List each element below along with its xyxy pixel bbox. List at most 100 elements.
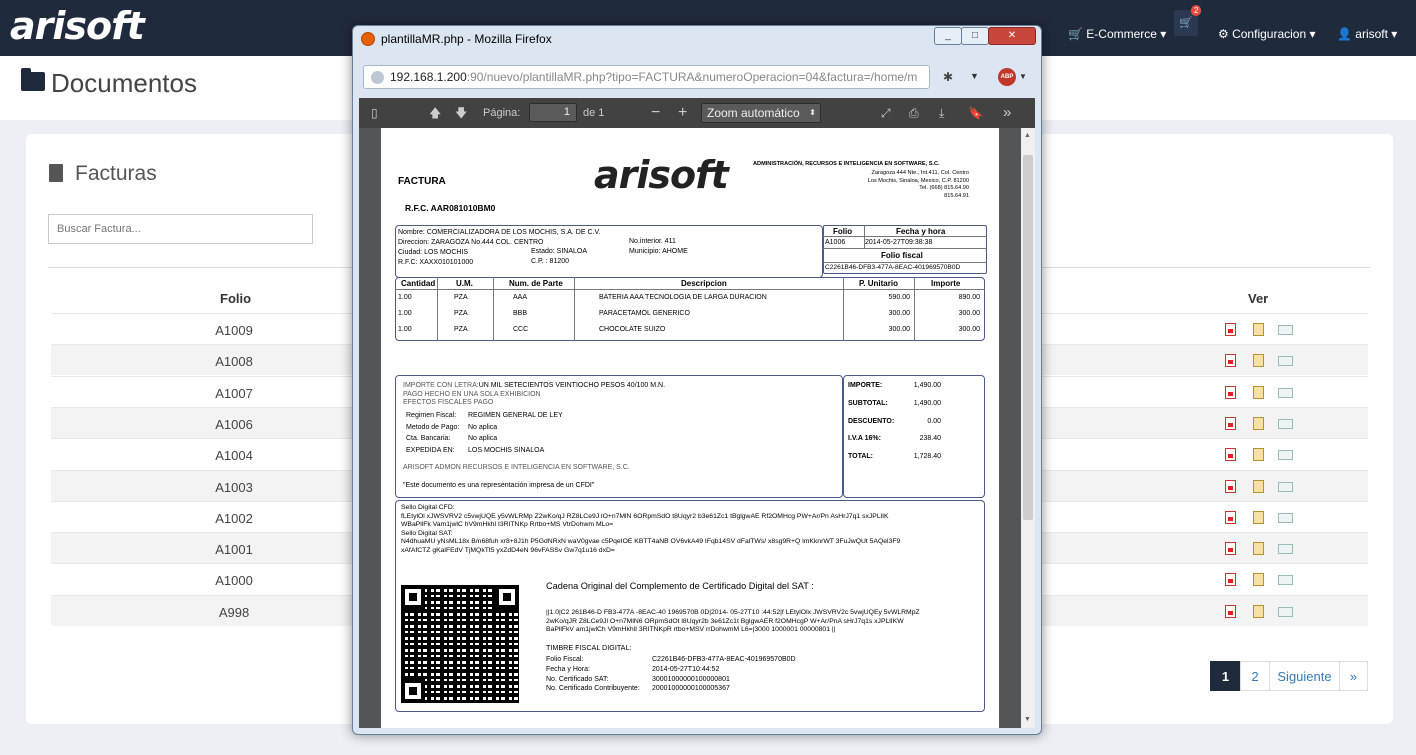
email-icon[interactable] — [1278, 325, 1293, 335]
prev-page-icon[interactable]: 🡅 — [429, 98, 441, 128]
email-icon[interactable] — [1278, 418, 1293, 429]
item-col-header: Num. de Parte — [509, 279, 563, 288]
sat-seal-line: xAfAfCTZ gKalFEdV TjMQkTt5 yxZdD4eN 96vF… — [401, 546, 615, 554]
qr-code — [401, 585, 519, 703]
zoom-out-icon[interactable]: − — [651, 98, 660, 128]
page-1-button[interactable]: 1 — [1210, 661, 1241, 691]
total-value: 1,728.40 — [913, 453, 941, 461]
maximize-button[interactable]: □ — [961, 27, 989, 45]
pdf-icon[interactable] — [1225, 323, 1236, 336]
total-label: DESCUENTO: — [848, 417, 895, 425]
item-cell: AAA — [513, 294, 528, 301]
page-number-input[interactable]: 1 — [529, 103, 577, 122]
client-rfc: XAXX010101000 — [419, 259, 474, 266]
xml-icon[interactable] — [1253, 542, 1264, 556]
item-col-header: Descripcion — [681, 279, 727, 288]
timbre-value: C2261B46-DFB3-477A-8EAC-401969570B0D — [652, 656, 796, 663]
email-icon[interactable] — [1278, 606, 1293, 617]
document-icon — [49, 164, 63, 182]
date-value: 2014-05-27T09:38:38 — [865, 239, 933, 246]
url-bar[interactable]: 192.168.1.200:90/nuevo/plantillaMR.php?t… — [363, 65, 930, 89]
fiscal-folio-value: C2261B46-DFB3-477A-8EAC-401969570B0D — [825, 264, 961, 271]
zoom-label: Zoom automático — [707, 106, 800, 120]
next-page-button[interactable]: Siguiente — [1269, 661, 1340, 691]
pdf-icon[interactable] — [1225, 542, 1236, 556]
email-icon[interactable] — [1278, 544, 1293, 555]
addr-line: 815.64.91 — [944, 192, 969, 199]
print-icon[interactable]: ⎙ — [909, 98, 919, 128]
ecommerce-menu[interactable]: 🛒 E-Commerce ▾ — [1068, 27, 1166, 41]
email-icon[interactable] — [1278, 512, 1293, 523]
last-page-button[interactable]: » — [1339, 661, 1368, 691]
search-input[interactable] — [48, 214, 313, 244]
download-icon[interactable]: ⤓ — [939, 98, 944, 128]
folio-value: A1006 — [825, 239, 846, 246]
pdf-icon[interactable] — [1225, 573, 1236, 587]
addr-line: Zaragoza 444 Nte., Int.411, Col. Centro — [871, 170, 969, 176]
regimen-label: Regimen Fiscal: — [406, 412, 457, 419]
xml-icon[interactable] — [1253, 604, 1264, 618]
fullscreen-icon[interactable]: ⤢ — [881, 98, 891, 128]
adblock-icon[interactable]: ABP — [998, 68, 1016, 86]
sat-seal-line: N4dhuaMU yNsML18x B/n68fuh xr8+8J1h P5Gd… — [401, 538, 901, 545]
xml-icon[interactable] — [1253, 323, 1264, 336]
app-logo[interactable]: arisoft — [10, 4, 145, 48]
email-icon[interactable] — [1278, 575, 1293, 586]
client-city: LOS MOCHIS — [424, 249, 469, 256]
pdf-icon[interactable] — [1225, 510, 1236, 524]
close-button[interactable]: ✕ — [988, 27, 1036, 45]
pdf-icon[interactable] — [1225, 604, 1236, 618]
extension-icon[interactable]: ✱ — [943, 70, 953, 84]
total-label: SUBTOTAL: — [848, 399, 888, 407]
total-label: IMPORTE: — [848, 382, 883, 389]
xml-icon[interactable] — [1253, 354, 1264, 368]
scroll-up-icon[interactable]: ▲ — [1024, 132, 1031, 139]
page-2-button[interactable]: 2 — [1240, 661, 1270, 691]
pdf-viewer[interactable]: FACTURA R.F.C. AAR081010BM0 arisoft ADMI… — [359, 128, 1035, 728]
abp-dropdown-icon[interactable]: ▼ — [1019, 72, 1027, 81]
scroll-down-icon[interactable]: ▼ — [1024, 716, 1031, 723]
sat-seal-label: Sello Digital SAT: — [401, 529, 453, 537]
payment-text: PAGO HECHO EN UNA SOLA EXHIBICION — [403, 390, 541, 398]
xml-icon[interactable] — [1253, 510, 1264, 524]
zoom-in-icon[interactable]: + — [678, 98, 687, 128]
email-icon[interactable] — [1278, 356, 1293, 367]
config-menu[interactable]: ⚙ Configuracion ▾ — [1218, 27, 1316, 41]
email-icon[interactable] — [1278, 450, 1293, 461]
user-label: arisoft — [1355, 27, 1388, 41]
user-menu[interactable]: 👤 arisoft ▾ — [1337, 27, 1397, 41]
pdf-icon[interactable] — [1225, 385, 1236, 399]
zoom-select[interactable]: Zoom automático ⬍ — [701, 103, 821, 123]
pdf-icon[interactable] — [1225, 354, 1236, 368]
xml-icon[interactable] — [1253, 479, 1264, 493]
email-icon[interactable] — [1278, 387, 1293, 398]
pdf-toolbar: ▯ 🡅 🡇 Página: 1 de 1 − + Zoom automático… — [359, 98, 1035, 128]
email-icon[interactable] — [1278, 481, 1293, 492]
more-tools-icon[interactable]: » — [1003, 98, 1011, 128]
pdf-icon[interactable] — [1225, 416, 1236, 430]
pdf-icon[interactable] — [1225, 448, 1236, 462]
addr-line: Tel. (668) 815.64.90 — [919, 185, 969, 191]
item-cell: 1.00 — [398, 310, 412, 317]
issuer-rfc: R.F.C. AAR081010BM0 — [405, 203, 496, 213]
xml-icon[interactable] — [1253, 416, 1264, 430]
regimen-value: REGIMEN GENERAL DE LEY — [468, 412, 563, 419]
dropdown-arrow-icon[interactable]: ▼ — [970, 71, 979, 81]
fiscal-effects: EFECTOS FISCALES PAGO — [403, 399, 494, 406]
minimize-button[interactable]: _ — [934, 27, 962, 45]
scrollbar-thumb[interactable] — [1023, 155, 1033, 520]
xml-icon[interactable] — [1253, 573, 1264, 587]
timbre-label: Folio Fiscal: — [546, 656, 584, 663]
pdf-scrollbar[interactable]: ▲ ▼ — [1021, 128, 1035, 728]
bookmark-icon[interactable]: 🔖 — [968, 98, 983, 128]
next-page-icon[interactable]: 🡇 — [455, 98, 467, 128]
firefox-popup-window[interactable]: plantillaMR.php - Mozilla Firefox _ □ ✕ … — [352, 25, 1042, 735]
total-value: 0.00 — [927, 417, 941, 425]
total-label: I.V.A 16%: — [848, 435, 881, 443]
item-cell: 300.00 — [958, 326, 980, 333]
sidebar-toggle-icon[interactable]: ▯ — [371, 98, 378, 128]
xml-icon[interactable] — [1253, 448, 1264, 462]
page-count: de 1 — [583, 107, 605, 119]
xml-icon[interactable] — [1253, 385, 1264, 399]
pdf-icon[interactable] — [1225, 479, 1236, 493]
